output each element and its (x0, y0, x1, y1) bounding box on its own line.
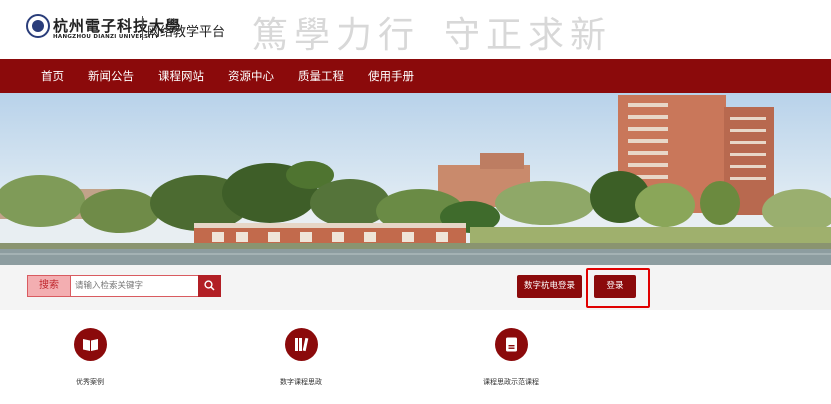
university-emblem-icon (26, 14, 50, 38)
login-button[interactable]: 登录 (594, 275, 636, 298)
search-button[interactable] (198, 275, 221, 297)
feature-icon-button[interactable] (284, 328, 318, 361)
search-icon (204, 280, 215, 291)
nav-item-news[interactable]: 新闻公告 (88, 68, 134, 84)
nav-item-resources[interactable]: 资源中心 (228, 68, 274, 84)
campus-banner-image (0, 93, 831, 265)
book-icon (82, 339, 98, 351)
main-nav: 首页 新闻公告 课程网站 资源中心 质量工程 使用手册 (0, 59, 831, 93)
books-icon (294, 337, 308, 352)
feature-icon-button[interactable] (73, 328, 107, 361)
document-icon (505, 337, 517, 352)
nav-item-home[interactable]: 首页 (41, 68, 64, 84)
motto-part-2: 守正求新 (444, 15, 613, 56)
platform-name: 网络教学平台 (147, 25, 226, 40)
search-input[interactable] (71, 275, 199, 297)
digital-hdu-login-button[interactable]: 数字杭电登录 (517, 275, 582, 298)
feature-label: 课程思政示范课程 (483, 378, 539, 386)
search-label: 搜索 (27, 275, 71, 297)
logo-divider (142, 16, 143, 40)
header: 杭州電子科技大學 HANGZHOU DIANZI UNIVERSITY 网络教学… (0, 0, 831, 59)
nav-item-courses[interactable]: 课程网站 (158, 68, 204, 84)
feature-icon-button[interactable] (494, 328, 528, 361)
feature-demo-courses[interactable]: 课程思政示范课程 (481, 328, 541, 387)
search-toolbar: 搜索 数字杭电登录 (0, 265, 831, 310)
feature-label: 数字课程思政 (280, 378, 322, 386)
university-motto: 篤學力行 守正求新 (252, 6, 612, 58)
feature-digital-ideology[interactable]: 数字课程思政 (271, 328, 331, 387)
motto-part-1: 篤學力行 (252, 15, 421, 56)
feature-label: 优秀案例 (76, 378, 104, 386)
nav-item-manual[interactable]: 使用手册 (368, 68, 414, 84)
page: 杭州電子科技大學 HANGZHOU DIANZI UNIVERSITY 网络教学… (0, 0, 831, 404)
nav-item-quality[interactable]: 质量工程 (298, 68, 344, 84)
feature-excellent-cases[interactable]: 优秀案例 (60, 328, 120, 387)
campus-scene (0, 95, 831, 265)
university-name-en: HANGZHOU DIANZI UNIVERSITY (53, 34, 159, 40)
